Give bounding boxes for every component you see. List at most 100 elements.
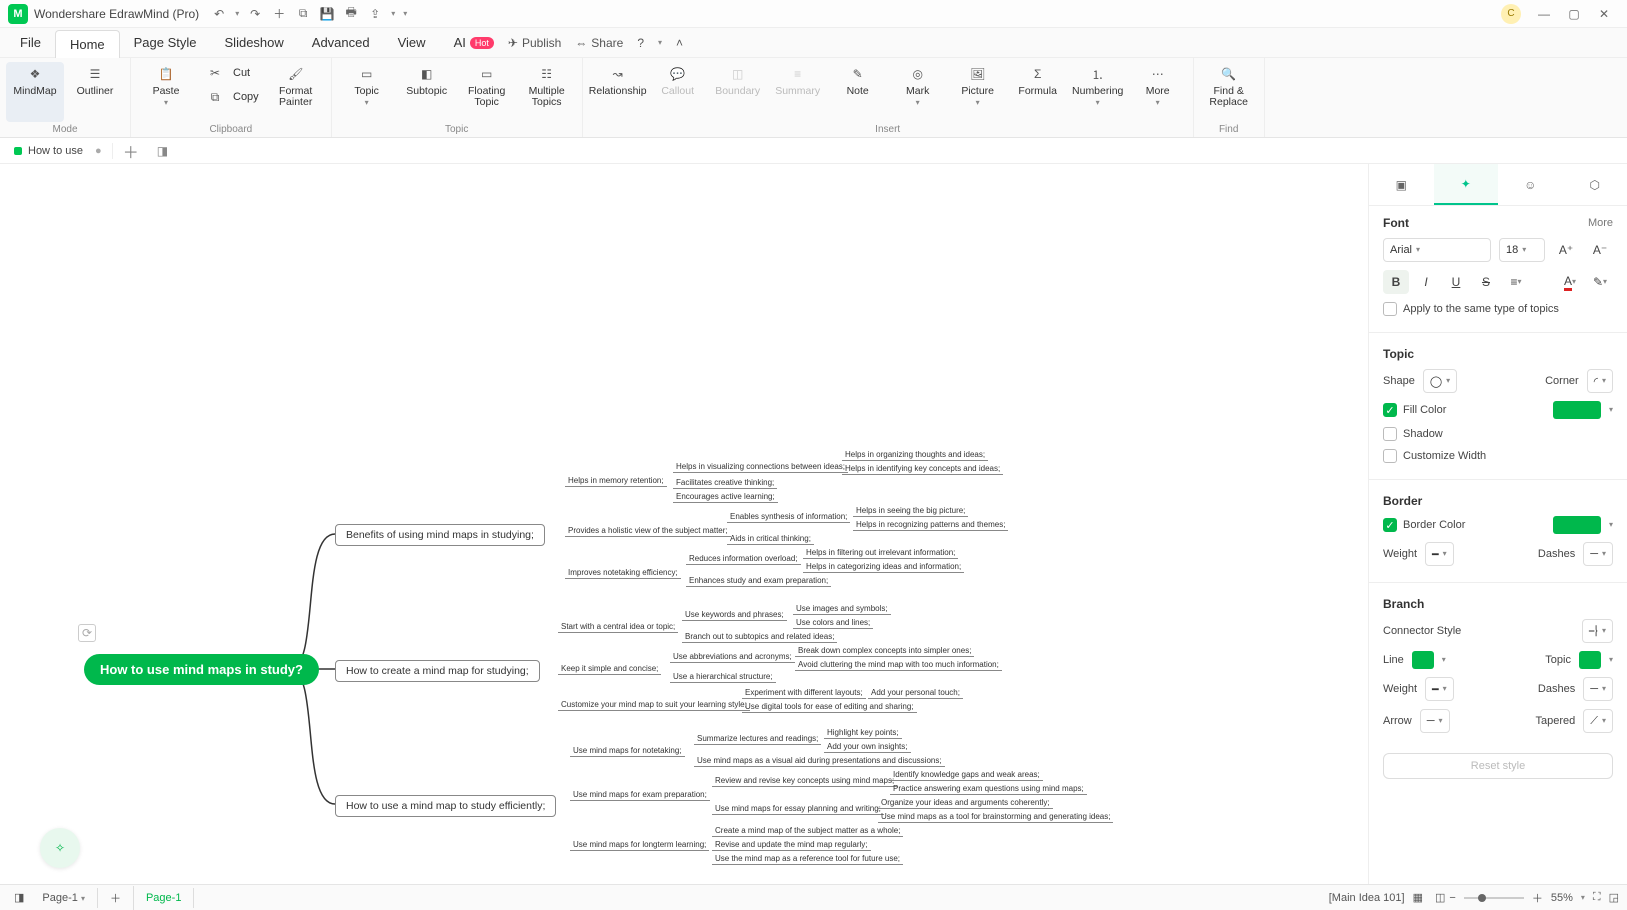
strike-button[interactable]: S bbox=[1473, 270, 1499, 294]
sub-b22[interactable]: Use a hierarchical structure; bbox=[670, 672, 776, 683]
align-button[interactable]: ≡▾ bbox=[1503, 270, 1529, 294]
branch-tapered-select[interactable]: ⟋▾ bbox=[1583, 709, 1613, 733]
qat-caret[interactable]: ▾ bbox=[403, 10, 407, 18]
sub-b1[interactable]: Start with a central idea or topic; bbox=[558, 622, 678, 633]
relationship-button[interactable]: ↝Relationship bbox=[589, 62, 647, 122]
sub-a12[interactable]: Facilitates creative thinking; bbox=[673, 478, 777, 489]
copy-button[interactable]: ⧉Copy bbox=[197, 86, 265, 108]
page-tab-1-caret[interactable]: ▾ bbox=[81, 894, 85, 903]
branch-line-caret[interactable]: ▾ bbox=[1442, 656, 1446, 664]
branch-dashes-select[interactable]: ─▾ bbox=[1583, 677, 1613, 701]
connector-select[interactable]: ⎯⎬▾ bbox=[1582, 619, 1613, 643]
sub-b2[interactable]: Keep it simple and concise; bbox=[558, 664, 661, 675]
undo-icon[interactable]: ↶ bbox=[211, 6, 227, 22]
picture-caret[interactable]: ▾ bbox=[976, 99, 980, 107]
sub-a31[interactable]: Reduces information overload; bbox=[686, 554, 801, 565]
close-icon[interactable]: ✕ bbox=[1589, 4, 1619, 24]
minimize-icon[interactable]: — bbox=[1529, 4, 1559, 24]
note-button[interactable]: ✎Note bbox=[829, 62, 887, 122]
numbering-caret[interactable]: ▾ bbox=[1096, 99, 1100, 107]
fill-check[interactable]: ✓Fill Color bbox=[1383, 403, 1446, 417]
border-swatch[interactable] bbox=[1553, 516, 1601, 534]
zoom-out-button[interactable]: − bbox=[1449, 892, 1455, 904]
add-doc-tab[interactable]: ＋ bbox=[113, 139, 149, 163]
branch-line-swatch[interactable] bbox=[1412, 651, 1434, 669]
sub-c12[interactable]: Use mind maps as a visual aid during pre… bbox=[694, 756, 945, 767]
sub-c11[interactable]: Summarize lectures and readings; bbox=[694, 734, 821, 745]
rp-tab-icon[interactable]: ☺ bbox=[1498, 164, 1563, 205]
sub-a311[interactable]: Helps in filtering out irrelevant inform… bbox=[803, 548, 958, 559]
fit-screen-icon[interactable]: ⛶ bbox=[1593, 891, 1601, 904]
sub-c213[interactable]: Organize your ideas and arguments cohere… bbox=[878, 798, 1053, 809]
topic-caret[interactable]: ▾ bbox=[365, 99, 369, 107]
font-more[interactable]: More bbox=[1588, 217, 1613, 229]
panel-toggle-icon[interactable]: ◨ bbox=[149, 144, 176, 158]
more-button[interactable]: ⋯More▾ bbox=[1129, 62, 1187, 122]
sub-a11[interactable]: Helps in visualizing connections between… bbox=[673, 462, 848, 473]
border-dashes-select[interactable]: ─▾ bbox=[1583, 542, 1613, 566]
branch-weight-select[interactable]: ━▾ bbox=[1425, 677, 1454, 701]
canvas[interactable]: How to use mind maps in study? ⟳ Benefit… bbox=[0, 164, 1369, 884]
sub-a211[interactable]: Helps in seeing the big picture; bbox=[853, 506, 968, 517]
main-topic-2[interactable]: How to create a mind map for studying; bbox=[335, 660, 540, 682]
subtopic-button[interactable]: ◧Subtopic bbox=[398, 62, 456, 122]
sub-b12[interactable]: Branch out to subtopics and related idea… bbox=[682, 632, 837, 643]
corner-select[interactable]: ◜▾ bbox=[1587, 369, 1613, 393]
sub-a2[interactable]: Provides a holistic view of the subject … bbox=[565, 526, 731, 537]
font-shrink-icon[interactable]: A⁻ bbox=[1587, 238, 1613, 262]
export-caret[interactable]: ▾ bbox=[391, 10, 395, 18]
doc-tab[interactable]: How to use● bbox=[4, 143, 113, 159]
sub-b21[interactable]: Use abbreviations and acronyms; bbox=[670, 652, 795, 663]
sub-c214[interactable]: Use mind maps as a tool for brainstormin… bbox=[878, 812, 1113, 823]
tab-advanced[interactable]: Advanced bbox=[298, 29, 384, 56]
more-caret[interactable]: ▾ bbox=[1156, 99, 1160, 107]
shadow-check[interactable]: Shadow bbox=[1383, 427, 1443, 441]
zoom-caret[interactable]: ▾ bbox=[1581, 894, 1585, 902]
shape-select[interactable]: ◯▾ bbox=[1423, 369, 1457, 393]
numbering-button[interactable]: ⒈Numbering▾ bbox=[1069, 62, 1127, 122]
sub-c33[interactable]: Use the mind map as a reference tool for… bbox=[712, 854, 903, 865]
bordercolor-check[interactable]: ✓Border Color bbox=[1383, 518, 1465, 532]
tab-slideshow[interactable]: Slideshow bbox=[211, 29, 298, 56]
font-family-select[interactable]: Arial▾ bbox=[1383, 238, 1491, 262]
sub-a1[interactable]: Helps in memory retention; bbox=[565, 476, 667, 487]
sub-a13[interactable]: Encourages active learning; bbox=[673, 492, 778, 503]
paste-caret[interactable]: ▾ bbox=[164, 99, 168, 107]
page-tab-2[interactable]: Page-1 bbox=[134, 888, 194, 908]
export-icon[interactable]: ⇪ bbox=[367, 6, 383, 22]
root-topic[interactable]: How to use mind maps in study? bbox=[84, 654, 319, 685]
highlight-button[interactable]: ✎▾ bbox=[1587, 270, 1613, 294]
sub-a112[interactable]: Helps in identifying key concepts and id… bbox=[842, 464, 1003, 475]
formula-button[interactable]: ΣFormula bbox=[1009, 62, 1067, 122]
sub-c112[interactable]: Add your own insights; bbox=[824, 742, 911, 753]
redo-icon[interactable]: ↷ bbox=[247, 6, 263, 22]
sub-a3[interactable]: Improves notetaking efficiency; bbox=[565, 568, 681, 579]
sub-c2[interactable]: Use mind maps for exam preparation; bbox=[570, 790, 710, 801]
sub-a212[interactable]: Helps in recognizing patterns and themes… bbox=[853, 520, 1008, 531]
border-weight-select[interactable]: ━▾ bbox=[1425, 542, 1454, 566]
sub-c111[interactable]: Highlight key points; bbox=[824, 728, 902, 739]
sub-b112[interactable]: Use colors and lines; bbox=[793, 618, 873, 629]
rp-tab-more[interactable]: ⬡ bbox=[1563, 164, 1627, 205]
main-topic-3[interactable]: How to use a mind map to study efficient… bbox=[335, 795, 556, 817]
sub-a32[interactable]: Enhances study and exam preparation; bbox=[686, 576, 831, 587]
font-grow-icon[interactable]: A⁺ bbox=[1553, 238, 1579, 262]
fullscreen-icon[interactable]: ◲ bbox=[1609, 891, 1619, 904]
cut-button[interactable]: ✂Cut bbox=[197, 62, 265, 84]
sub-a111[interactable]: Helps in organizing thoughts and ideas; bbox=[842, 450, 988, 461]
tab-pagestyle[interactable]: Page Style bbox=[120, 29, 211, 56]
page-tab-1[interactable]: Page-1 ▾ bbox=[30, 888, 98, 908]
reset-style-button[interactable]: Reset style bbox=[1383, 753, 1613, 779]
sub-b211[interactable]: Break down complex concepts into simpler… bbox=[795, 646, 974, 657]
sub-b212[interactable]: Avoid cluttering the mind map with too m… bbox=[795, 660, 1002, 671]
branch-topic-caret[interactable]: ▾ bbox=[1609, 656, 1613, 664]
multiple-topics-button[interactable]: ☷Multiple Topics bbox=[518, 62, 576, 122]
apply-same-check[interactable]: Apply to the same type of topics bbox=[1383, 302, 1559, 316]
open-icon[interactable]: ⧉ bbox=[295, 6, 311, 22]
paste-button[interactable]: 📋Paste▾ bbox=[137, 62, 195, 122]
tab-view[interactable]: View bbox=[384, 29, 440, 56]
custwidth-check[interactable]: Customize Width bbox=[1383, 449, 1486, 463]
sub-c22[interactable]: Use mind maps for essay planning and wri… bbox=[712, 804, 884, 815]
sidebar-toggle-icon[interactable]: ◨ bbox=[8, 891, 30, 904]
sub-c32[interactable]: Revise and update the mind map regularly… bbox=[712, 840, 871, 851]
